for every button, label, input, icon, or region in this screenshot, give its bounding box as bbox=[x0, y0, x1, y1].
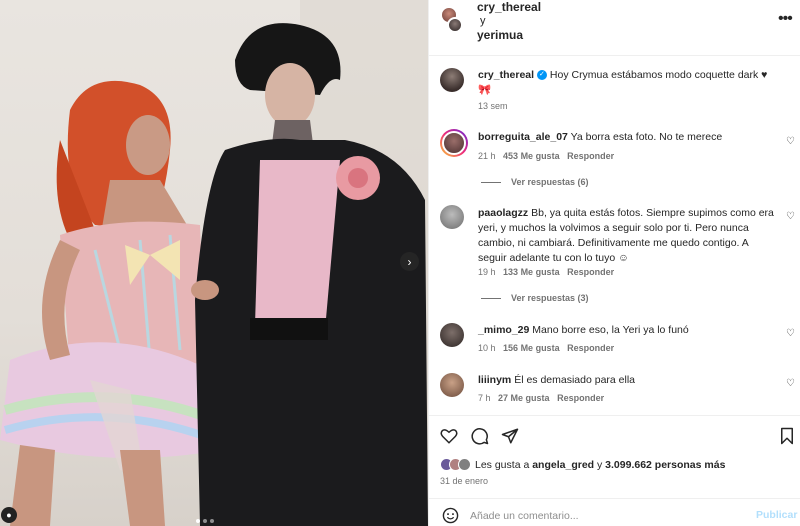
coauthor-username[interactable]: yerimua bbox=[477, 28, 523, 42]
comment-time: 19 h bbox=[478, 267, 496, 277]
comment-text-block: borreguita_ale_07 Ya borra esta foto. No… bbox=[478, 130, 768, 145]
photo-illustration bbox=[0, 0, 428, 526]
like-heart-icon[interactable] bbox=[440, 427, 458, 445]
comment-likes[interactable]: 27 Me gusta bbox=[498, 393, 550, 403]
carousel-dot bbox=[210, 519, 214, 523]
likes-summary: Les gusta a angela_gred y 3.099.662 pers… bbox=[440, 458, 725, 471]
caption-time: 13 sem bbox=[478, 101, 508, 111]
comment-username[interactable]: paaolagzz bbox=[478, 207, 528, 219]
author-username[interactable]: cry_thereal bbox=[477, 0, 541, 14]
share-send-icon[interactable] bbox=[501, 427, 519, 445]
comment-username[interactable]: liiinym bbox=[478, 374, 511, 386]
replies-divider bbox=[481, 298, 501, 299]
tagged-user-icon[interactable]: ● bbox=[1, 507, 17, 523]
carousel-dot bbox=[196, 519, 200, 523]
comment-time: 7 h bbox=[478, 393, 491, 403]
save-bookmark-icon[interactable] bbox=[779, 427, 795, 445]
comment-reply-button[interactable]: Responder bbox=[567, 267, 614, 277]
comment-text: Ya borra esta foto. No te merece bbox=[570, 131, 723, 143]
caption-text-block: cry_thereal ✓ Hoy Crymua estábamos modo … bbox=[478, 68, 788, 98]
emoji-smile-icon[interactable] bbox=[442, 507, 459, 524]
caption-emoji: 🎀 bbox=[478, 84, 492, 96]
comment-avatar[interactable] bbox=[440, 373, 464, 397]
comment-text-block: liiinym Él es demasiado para ella bbox=[478, 373, 778, 388]
comment-text: Él es demasiado para ella bbox=[514, 374, 636, 386]
comment-like-heart-icon[interactable]: ♡ bbox=[786, 136, 795, 147]
comment-text-block: _mimo_29 Mano borre eso, la Yeri ya lo f… bbox=[478, 323, 778, 338]
comment-like-heart-icon[interactable]: ♡ bbox=[786, 211, 795, 222]
comment-reply-button[interactable]: Responder bbox=[557, 393, 604, 403]
likes-text[interactable]: Les gusta a angela_gred y 3.099.662 pers… bbox=[475, 459, 725, 471]
view-replies-button[interactable]: Ver respuestas (6) bbox=[511, 177, 589, 187]
comment-meta: 7 h 27 Me gusta Responder bbox=[478, 393, 604, 403]
comment-time: 21 h bbox=[478, 151, 496, 161]
comment-meta: 10 h 156 Me gusta Responder bbox=[478, 343, 614, 353]
comment-username[interactable]: borreguita_ale_07 bbox=[478, 131, 568, 143]
comment-likes[interactable]: 156 Me gusta bbox=[503, 343, 560, 353]
actions-divider bbox=[428, 415, 800, 416]
post-date: 31 de enero bbox=[440, 476, 489, 486]
caption-username[interactable]: cry_thereal bbox=[478, 69, 534, 81]
comment-username[interactable]: _mimo_29 bbox=[478, 324, 529, 336]
comment-time: 10 h bbox=[478, 343, 496, 353]
comment-reply-button[interactable]: Responder bbox=[567, 151, 614, 161]
comment-input[interactable] bbox=[470, 508, 740, 524]
view-replies-button[interactable]: Ver respuestas (3) bbox=[511, 293, 589, 303]
coauthor-avatar[interactable] bbox=[447, 17, 463, 33]
comment-avatar[interactable] bbox=[440, 205, 464, 229]
carousel-dots bbox=[196, 519, 214, 523]
comment-icon[interactable] bbox=[471, 427, 489, 445]
author-conjunction: y bbox=[480, 15, 486, 27]
comment-avatar[interactable] bbox=[440, 323, 464, 347]
post-photo: › ● bbox=[0, 0, 428, 526]
likes-prefix: Les gusta a bbox=[475, 458, 530, 471]
comment-like-heart-icon[interactable]: ♡ bbox=[786, 378, 795, 389]
comment-like-heart-icon[interactable]: ♡ bbox=[786, 328, 795, 339]
comment-meta: 19 h 133 Me gusta Responder bbox=[478, 267, 614, 277]
likes-count[interactable]: 3.099.662 personas más bbox=[605, 459, 725, 471]
more-options-icon[interactable]: ••• bbox=[778, 10, 793, 28]
comment-text: Mano borre eso, la Yeri ya lo funó bbox=[532, 324, 689, 336]
comment-avatar[interactable] bbox=[440, 129, 468, 157]
comment-likes[interactable]: 453 Me gusta bbox=[503, 151, 560, 161]
carousel-dot bbox=[203, 519, 207, 523]
comment-text-block: paaolagzz Bb, ya quita estás fotos. Siem… bbox=[478, 206, 778, 266]
comment-reply-button[interactable]: Responder bbox=[567, 343, 614, 353]
caption-text: Hoy Crymua estábamos modo coquette dark … bbox=[549, 69, 768, 81]
likes-middle: y bbox=[597, 458, 603, 471]
next-image-button[interactable]: › bbox=[400, 252, 419, 271]
liker-avatar[interactable] bbox=[458, 458, 471, 471]
publish-button[interactable]: Publicar bbox=[756, 509, 797, 521]
comment-meta: 21 h 453 Me gusta Responder bbox=[478, 151, 614, 161]
likes-user[interactable]: angela_gred bbox=[532, 459, 594, 471]
caption-avatar[interactable] bbox=[440, 68, 464, 92]
replies-divider bbox=[481, 182, 501, 183]
comment-likes[interactable]: 133 Me gusta bbox=[503, 267, 560, 277]
verified-badge-icon: ✓ bbox=[536, 70, 547, 81]
